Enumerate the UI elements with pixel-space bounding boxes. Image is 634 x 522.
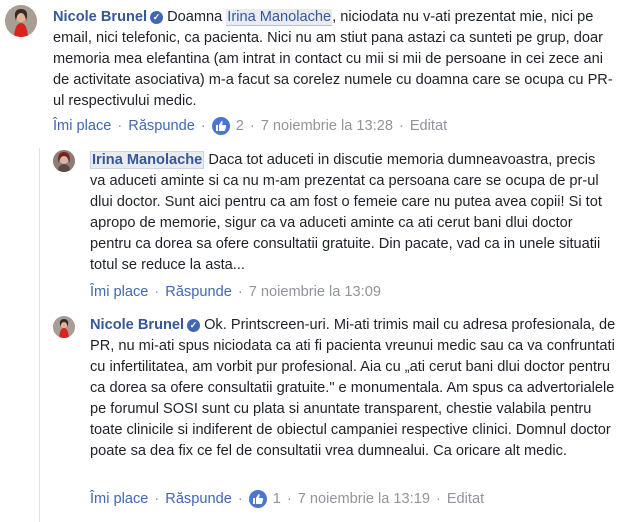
avatar[interactable]: [5, 5, 37, 37]
mention-link[interactable]: Irina Manolache: [226, 9, 333, 26]
verified-badge-icon: ✓: [150, 11, 164, 24]
comment-text: Irina Manolache Daca tot aduceti in disc…: [90, 151, 602, 273]
like-link[interactable]: Îmi place: [90, 284, 148, 300]
reply-link[interactable]: Răspunde: [128, 118, 195, 134]
edited-label[interactable]: Editat: [447, 491, 484, 507]
timestamp[interactable]: 7 noiembrie la 13:28: [261, 118, 393, 134]
author-name[interactable]: Nicole Brunel: [53, 9, 147, 25]
thread-line: [39, 148, 40, 522]
reaction-count[interactable]: 1: [273, 491, 281, 507]
like-thumb-icon[interactable]: [211, 117, 230, 135]
reaction-count[interactable]: 2: [236, 118, 244, 134]
comment-text: Nicole Brunel ✓ Ok. Printscreen-uri. Mi-at…: [90, 317, 616, 459]
comment-text: Nicole Brunel ✓ Doamna Irina Manolache, ni…: [53, 9, 613, 109]
timestamp[interactable]: 7 noiembrie la 13:19: [298, 491, 430, 507]
comment-actions: Îmi place · Răspunde · 1 · 7 noiembrie l…: [90, 490, 485, 508]
timestamp[interactable]: 7 noiembrie la 13:09: [249, 284, 381, 300]
comment-actions: Îmi place · Răspunde · 7 noiembrie la 13…: [90, 284, 381, 300]
avatar[interactable]: [53, 316, 75, 338]
author-name[interactable]: Irina Manolache: [90, 151, 205, 169]
like-thumb-icon[interactable]: [248, 490, 267, 508]
reply-link[interactable]: Răspunde: [165, 284, 232, 300]
like-link[interactable]: Îmi place: [90, 491, 148, 507]
avatar[interactable]: [53, 150, 75, 172]
verified-badge-icon: ✓: [187, 319, 201, 332]
like-link[interactable]: Îmi place: [53, 118, 111, 134]
author-name[interactable]: Nicole Brunel: [90, 317, 184, 333]
reply-link[interactable]: Răspunde: [165, 491, 232, 507]
comment-actions: Îmi place · Răspunde · 2 · 7 noiembrie l…: [53, 117, 448, 135]
edited-label[interactable]: Editat: [410, 118, 447, 134]
